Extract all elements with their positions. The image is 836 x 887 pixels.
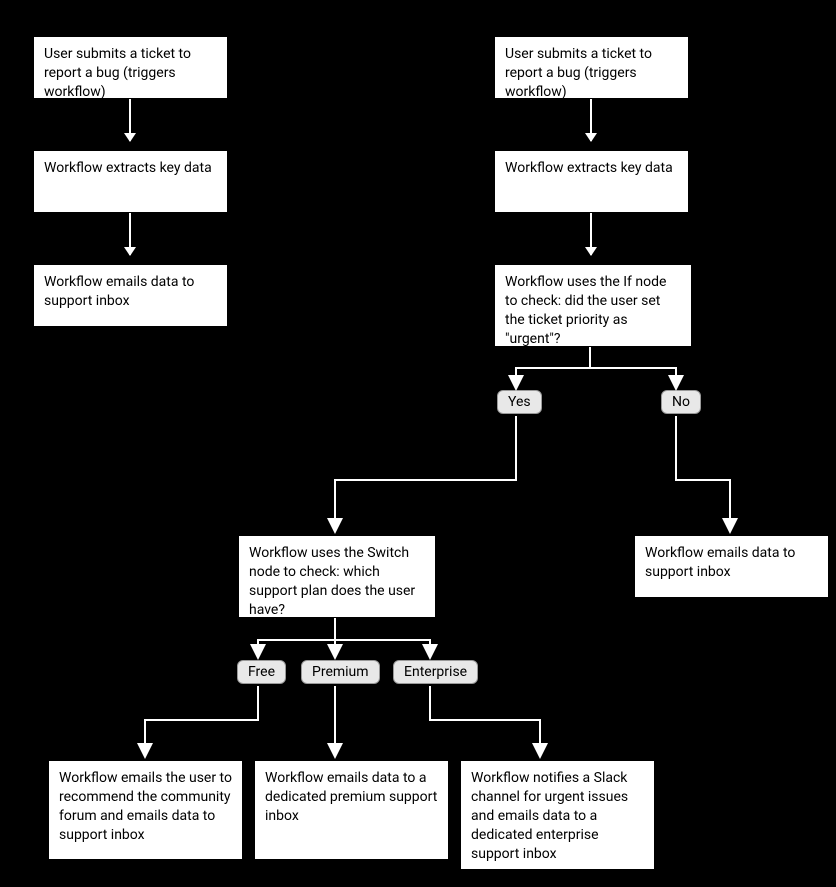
badge-no: No: [661, 390, 701, 414]
badge-free: Free: [237, 660, 286, 684]
arrow-left-1: [129, 99, 131, 141]
right-step-ifcheck: Workflow uses the If node to check: did …: [494, 264, 692, 347]
right-step-extract: Workflow extracts key data: [494, 150, 689, 213]
badge-yes: Yes: [497, 390, 542, 414]
badge-premium: Premium: [301, 660, 380, 684]
result-enterprise: Workflow notifies a Slack channel for ur…: [460, 760, 655, 870]
right-step-no-result: Workflow emails data to support inbox: [634, 535, 829, 598]
arrow-right-1: [590, 99, 592, 141]
right-step-switchcheck: Workflow uses the Switch node to check: …: [238, 535, 436, 618]
left-step-extract: Workflow extracts key data: [33, 150, 228, 213]
result-free: Workflow emails the user to recommend th…: [48, 760, 243, 860]
result-premium: Workflow emails data to a dedicated prem…: [254, 760, 449, 860]
badge-enterprise: Enterprise: [393, 660, 478, 684]
arrow-left-2: [129, 213, 131, 255]
left-step-submit: User submits a ticket to report a bug (t…: [33, 36, 228, 99]
right-step-submit: User submits a ticket to report a bug (t…: [494, 36, 689, 99]
arrow-right-2: [590, 213, 592, 255]
left-step-email: Workflow emails data to support inbox: [33, 264, 228, 327]
